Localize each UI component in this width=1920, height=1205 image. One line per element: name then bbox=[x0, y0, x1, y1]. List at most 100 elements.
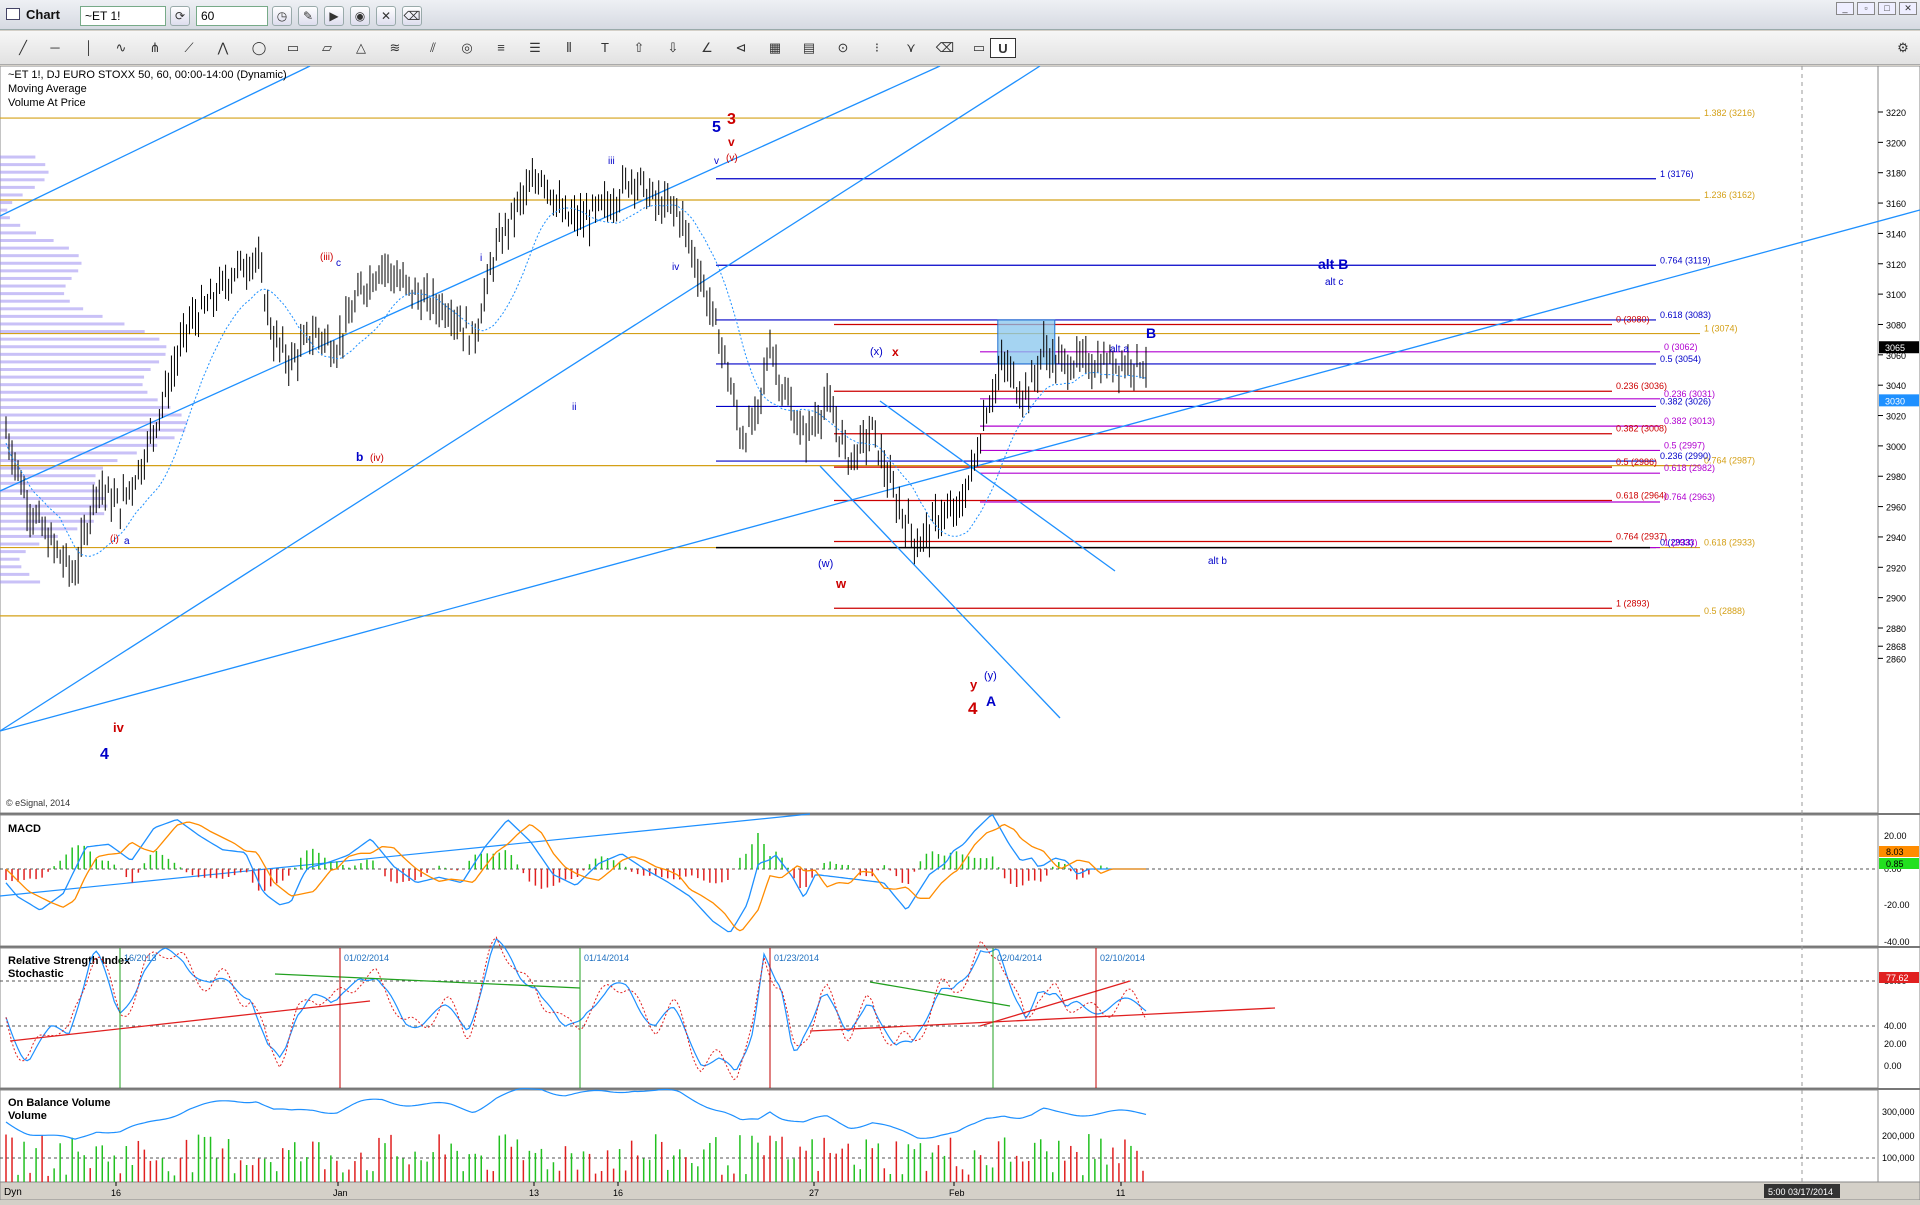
ellipse-tool-icon[interactable]: ◯ bbox=[246, 38, 272, 58]
fib-label-navy: 0.618 (3083) bbox=[1660, 310, 1711, 320]
wave-label-c-small: c bbox=[336, 258, 341, 269]
hline-tool-icon[interactable]: ─ bbox=[42, 38, 68, 58]
close-icon[interactable]: ✕ bbox=[1899, 2, 1917, 15]
fib-label-purple: 0.5 (2997) bbox=[1664, 440, 1705, 450]
fib-label-red: 0 (3080) bbox=[1616, 314, 1650, 324]
rsi-date-label: 01/02/2014 bbox=[344, 953, 389, 963]
erase-tool-icon[interactable]: ⌫ bbox=[932, 38, 958, 58]
rsi-title: Relative Strength Index bbox=[8, 955, 131, 967]
wave-label-v-small: v bbox=[714, 156, 719, 167]
gann-tool-icon[interactable]: ⟋ bbox=[176, 38, 202, 58]
price-tick-label: 2860 bbox=[1886, 654, 1906, 664]
fib-tool-icon[interactable]: ≡ bbox=[488, 38, 514, 58]
date-tick-label: 27 bbox=[809, 1188, 819, 1198]
wave-label-x: x bbox=[892, 345, 899, 359]
channel-tool-icon[interactable]: ≋ bbox=[382, 38, 408, 58]
arrow-down-tool-icon[interactable]: ⇩ bbox=[660, 38, 686, 58]
price-tick-label: 3140 bbox=[1886, 229, 1906, 239]
last-price-label: 3065 bbox=[1885, 343, 1905, 353]
fork-tool-icon[interactable]: ⋔ bbox=[142, 38, 168, 58]
minimize-icon[interactable]: _ bbox=[1836, 2, 1854, 15]
fib-label-red: 0.618 (2964) bbox=[1616, 491, 1667, 501]
trend-tool-icon[interactable]: ⫽ bbox=[420, 38, 446, 58]
vap-bar bbox=[0, 451, 137, 455]
vap-bar bbox=[0, 269, 79, 273]
speed-tool-icon[interactable]: ⊲ bbox=[728, 38, 754, 58]
rsi-tick-label: 40.00 bbox=[1884, 1021, 1907, 1031]
chart-svg[interactable]: ~ET 1!, DJ EURO STOXX 50, 60, 00:00-14:0… bbox=[0, 65, 1920, 1201]
pti-tool-icon[interactable]: ⁝ bbox=[864, 38, 890, 58]
wave-label-alt-b: alt b bbox=[1208, 556, 1227, 567]
ma-price-label: 3030 bbox=[1885, 396, 1905, 406]
chart-area[interactable]: ~ET 1!, DJ EURO STOXX 50, 60, 00:00-14:0… bbox=[0, 65, 1920, 1201]
symbol-input[interactable]: ~ET 1! bbox=[80, 6, 166, 26]
wave-tool-icon[interactable]: ∿ bbox=[108, 38, 134, 58]
wave-label-4-red: 4 bbox=[968, 699, 978, 718]
vap-bar bbox=[0, 557, 20, 561]
time-tool-icon[interactable]: ⊙ bbox=[830, 38, 856, 58]
note-tool-icon[interactable]: ▭ bbox=[966, 38, 992, 58]
angle-tool-icon[interactable]: ∠ bbox=[694, 38, 720, 58]
ew-tool-icon[interactable]: ⋎ bbox=[898, 38, 924, 58]
vline-tool-icon[interactable]: │ bbox=[76, 38, 102, 58]
fib-label-navy: 0.5 (3054) bbox=[1660, 354, 1701, 364]
alert-icon[interactable]: ◉ bbox=[350, 6, 370, 26]
wave-label-B: B bbox=[1146, 325, 1156, 341]
text-tool-icon[interactable]: T bbox=[592, 38, 618, 58]
refresh-icon[interactable]: ⟳ bbox=[170, 6, 190, 26]
cycle-tool-icon[interactable]: ⦀ bbox=[556, 38, 582, 58]
tool-icon[interactable]: ✕ bbox=[376, 6, 396, 26]
fibext-tool-icon[interactable]: ☰ bbox=[522, 38, 548, 58]
vap-bar bbox=[0, 398, 158, 402]
line-tool-icon[interactable]: ╱ bbox=[10, 38, 36, 58]
circle-tool-icon[interactable]: ◎ bbox=[454, 38, 480, 58]
settings-icon[interactable]: ⚙ bbox=[1890, 38, 1916, 58]
draw-icon[interactable]: ✎ bbox=[298, 6, 318, 26]
vap-bar bbox=[0, 239, 54, 242]
magnet-icon[interactable]: U bbox=[990, 38, 1016, 58]
wave-label-y: y bbox=[970, 677, 978, 692]
vap-bar bbox=[0, 504, 108, 508]
arrow-up-tool-icon[interactable]: ⇧ bbox=[626, 38, 652, 58]
wave-label-i-small: i bbox=[480, 253, 482, 264]
fib-label-navy: 0.764 (3119) bbox=[1660, 255, 1710, 265]
macd-val2: 0.85 bbox=[1886, 859, 1904, 869]
vap-bar bbox=[0, 368, 151, 371]
vap-bar bbox=[0, 383, 143, 387]
vap-bar bbox=[0, 474, 96, 478]
fan-tool-icon[interactable]: ⋀ bbox=[210, 38, 236, 58]
vap-bar bbox=[0, 155, 36, 159]
wave-label-3-red: 3 bbox=[727, 111, 736, 128]
fib-label-purple: 0.382 (3013) bbox=[1664, 416, 1715, 426]
restore-icon[interactable]: ▫ bbox=[1857, 2, 1875, 15]
interval-input[interactable]: 60 bbox=[196, 6, 268, 26]
rect-tool-icon[interactable]: ▭ bbox=[280, 38, 306, 58]
date-tick-label: 16 bbox=[111, 1188, 121, 1198]
cursor-icon[interactable]: ◷ bbox=[272, 6, 292, 26]
wave-label-v-red: v bbox=[728, 135, 735, 149]
vap-bar bbox=[0, 489, 100, 493]
rsi-date-label: 01/14/2014 bbox=[584, 953, 629, 963]
price-tick-label: 3120 bbox=[1886, 260, 1906, 270]
mob-tool-icon[interactable]: ▤ bbox=[796, 38, 822, 58]
fib-label-gold: 1.382 (3216) bbox=[1704, 108, 1755, 118]
vap-bar bbox=[0, 330, 145, 334]
vap-bar bbox=[0, 534, 58, 538]
obv-axis: 300,000 200,000 100,000 bbox=[1882, 1107, 1915, 1163]
triangle-tool-icon[interactable]: △ bbox=[348, 38, 374, 58]
price-tick-label: 3200 bbox=[1886, 138, 1906, 148]
price-tick-label: 3160 bbox=[1886, 199, 1906, 209]
rsi-tick-label: 0.00 bbox=[1884, 1061, 1902, 1071]
vap-bar bbox=[0, 246, 69, 250]
wave-label-b-small: b bbox=[356, 450, 363, 464]
play-icon[interactable]: ▶ bbox=[324, 6, 344, 26]
grid-tool-icon[interactable]: ▦ bbox=[762, 38, 788, 58]
eraser-icon[interactable]: ⌫ bbox=[402, 6, 422, 26]
price-tick-label: 3040 bbox=[1886, 381, 1906, 391]
fib-label-navy: 0.236 (2990) bbox=[1660, 451, 1711, 461]
parallel-tool-icon[interactable]: ▱ bbox=[314, 38, 340, 58]
maximize-icon[interactable]: □ bbox=[1878, 2, 1896, 15]
drawing-toolbar: ╱ ─ │ ∿ ⋔ ⟋ ⋀ ◯ ▭ ▱ △ ≋ ⫽ ◎ ≡ ☰ ⦀ T ⇧ ⇩ … bbox=[0, 31, 1920, 65]
wave-label-iii-paren: (iii) bbox=[320, 252, 333, 263]
fib-label-red: 1 (2893) bbox=[1616, 598, 1650, 608]
